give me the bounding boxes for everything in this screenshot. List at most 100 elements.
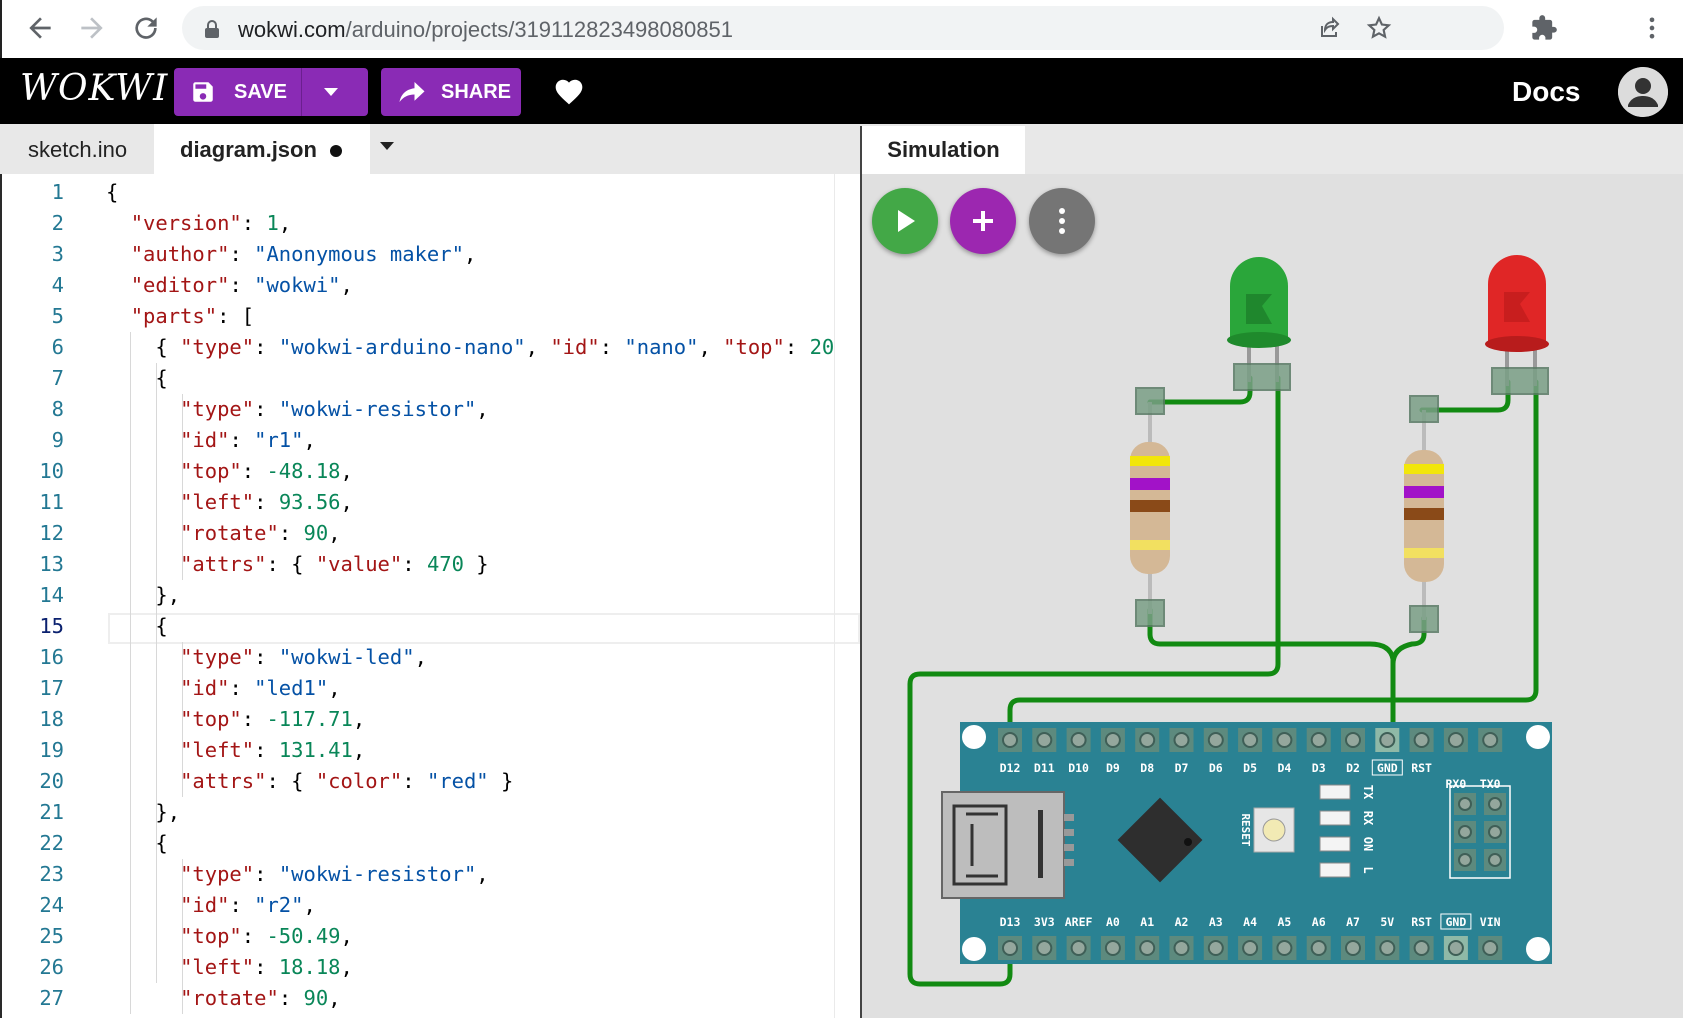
pin-hole[interactable] <box>1207 732 1224 748</box>
address-bar[interactable]: wokwi.com/arduino/projects/3191128234980… <box>182 6 1504 50</box>
simulation-tab-bar: Simulation <box>860 124 1683 174</box>
pin-hole[interactable] <box>1482 732 1499 748</box>
reload-icon[interactable] <box>130 12 162 44</box>
lock-icon[interactable] <box>204 20 220 38</box>
pin-hole[interactable] <box>1242 732 1259 748</box>
code-line[interactable]: 19 "left": 131.41, <box>0 735 860 766</box>
pin-hole[interactable] <box>1173 732 1190 748</box>
resistor-r2[interactable] <box>1404 395 1444 633</box>
code-line[interactable]: 11 "left": 93.56, <box>0 487 860 518</box>
code-line[interactable]: 4 "editor": "wokwi", <box>0 270 860 301</box>
pin-hole[interactable] <box>1002 732 1018 748</box>
pin-hole[interactable] <box>1104 940 1121 956</box>
extensions-icon[interactable] <box>1530 14 1558 42</box>
pin-hole[interactable] <box>1447 940 1464 956</box>
pin-hole[interactable] <box>1070 732 1087 748</box>
arduino-nano[interactable]: RESET TX RX ON L D12 D11 D10 D9 D8 D7 D6 D5 D4 D3 D2 G… <box>941 722 1552 964</box>
more-vert-icon[interactable] <box>1638 14 1666 42</box>
back-icon[interactable] <box>24 12 56 44</box>
pin-hole[interactable] <box>1482 940 1499 956</box>
pin-hole[interactable] <box>1310 940 1327 956</box>
save-button[interactable]: SAVE <box>174 68 368 116</box>
pin-hole[interactable] <box>1413 940 1430 956</box>
code-line[interactable]: 27 "rotate": 90, <box>0 983 860 1014</box>
pin-hole[interactable] <box>1345 732 1361 748</box>
share-button[interactable]: SHARE <box>381 68 521 116</box>
pin-hole[interactable] <box>1036 732 1053 748</box>
account-icon[interactable] <box>1618 67 1668 117</box>
code-line[interactable]: 20 "attrs": { "color": "red" } <box>0 766 860 797</box>
code-line[interactable]: 1{ <box>0 177 860 208</box>
share-label: SHARE <box>441 81 512 103</box>
code-line[interactable]: 18 "top": -117.71, <box>0 704 860 735</box>
code-text: "attrs": { "color": "red" } <box>180 769 514 793</box>
share-page-icon[interactable] <box>1318 16 1342 40</box>
resistor-r1[interactable] <box>1130 387 1170 627</box>
pin-hole[interactable] <box>1379 940 1396 956</box>
code-line[interactable]: 13 "attrs": { "value": 470 } <box>0 549 860 580</box>
code-text: "attrs": { "value": 470 } <box>180 552 489 576</box>
docs-link[interactable]: Docs <box>1512 76 1580 108</box>
tab-sketch-ino[interactable]: sketch.ino <box>0 124 152 174</box>
wokwi-logo[interactable]: WOKWI <box>20 68 168 109</box>
pin-hole[interactable] <box>1413 732 1430 748</box>
pin-label: D13 <box>1000 915 1021 929</box>
code-line[interactable]: 25 "top": -50.49, <box>0 921 860 952</box>
pin-hole[interactable] <box>1379 732 1396 748</box>
code-line[interactable]: 12 "rotate": 90, <box>0 518 860 549</box>
code-line[interactable]: 8 "type": "wokwi-resistor", <box>0 394 860 425</box>
tab-menu-dropdown[interactable] <box>380 142 394 150</box>
heart-icon[interactable] <box>553 76 585 106</box>
pin-hole[interactable] <box>1139 732 1156 748</box>
code-text: "id": "led1", <box>180 676 341 700</box>
code-line[interactable]: 2 "version": 1, <box>0 208 860 239</box>
led-green[interactable] <box>1227 257 1291 391</box>
code-text: "id": "r1", <box>180 428 316 452</box>
code-line[interactable]: 17 "id": "led1", <box>0 673 860 704</box>
star-icon[interactable] <box>1366 15 1392 41</box>
pin-hole[interactable] <box>1002 940 1018 956</box>
code-line[interactable]: 9 "id": "r1", <box>0 425 860 456</box>
code-line[interactable]: 7 { <box>0 363 860 394</box>
code-text: "top": -48.18, <box>180 459 353 483</box>
pin-label: D10 <box>1068 761 1089 775</box>
chevron-down-icon[interactable] <box>322 85 340 99</box>
code-editor[interactable]: 1{2 "version": 1, 3 "author": "Anonymous … <box>0 174 860 1018</box>
icsp-hole <box>1488 853 1502 867</box>
code-line[interactable]: 16 "type": "wokwi-led", <box>0 642 860 673</box>
code-line[interactable]: 5 "parts": [ <box>0 301 860 332</box>
pin-hole[interactable] <box>1276 940 1293 956</box>
pin-hole[interactable] <box>1207 940 1224 956</box>
code-line[interactable]: 3 "author": "Anonymous maker", <box>0 239 860 270</box>
tab-diagram-json[interactable]: diagram.json <box>154 124 370 174</box>
code-line[interactable]: 6 { "type": "wokwi-arduino-nano", "id": … <box>0 332 860 363</box>
pin-hole[interactable] <box>1070 940 1087 956</box>
tab-simulation[interactable]: Simulation <box>860 126 1025 174</box>
line-number: 19 <box>39 738 64 762</box>
code-line[interactable]: 26 "left": 18.18, <box>0 952 860 983</box>
pin-hole[interactable] <box>1276 732 1293 748</box>
editor-tab-bar: sketch.ino diagram.json <box>0 124 860 174</box>
pin-hole[interactable] <box>1036 940 1053 956</box>
simulation-canvas[interactable]: RESET TX RX ON L D12 D11 D10 D9 D8 D7 D6 D5 D4 D3 D2 G… <box>860 174 1683 1018</box>
code-line[interactable]: 15 { <box>0 611 860 642</box>
code-line[interactable]: 21 }, <box>0 797 860 828</box>
pin-hole[interactable] <box>1139 940 1156 956</box>
code-line[interactable]: 14 }, <box>0 580 860 611</box>
led-red[interactable] <box>1485 255 1549 395</box>
pin-hole[interactable] <box>1345 940 1361 956</box>
pin-hole[interactable] <box>1310 732 1327 748</box>
forward-icon[interactable] <box>76 12 108 44</box>
code-line[interactable]: 22 { <box>0 828 860 859</box>
pin-hole[interactable] <box>1173 940 1190 956</box>
pin-hole[interactable] <box>1447 732 1464 748</box>
code-line[interactable]: 24 "id": "r2", <box>0 890 860 921</box>
code-line[interactable]: 23 "type": "wokwi-resistor", <box>0 859 860 890</box>
pin-label: A7 <box>1346 915 1360 929</box>
browser-chrome: wokwi.com/arduino/projects/3191128234980… <box>0 0 1683 58</box>
line-number: 23 <box>39 862 64 886</box>
pin-hole[interactable] <box>1104 732 1121 748</box>
wire-led2-d12[interactable] <box>1007 379 1539 737</box>
pin-hole[interactable] <box>1242 940 1259 956</box>
code-line[interactable]: 10 "top": -48.18, <box>0 456 860 487</box>
